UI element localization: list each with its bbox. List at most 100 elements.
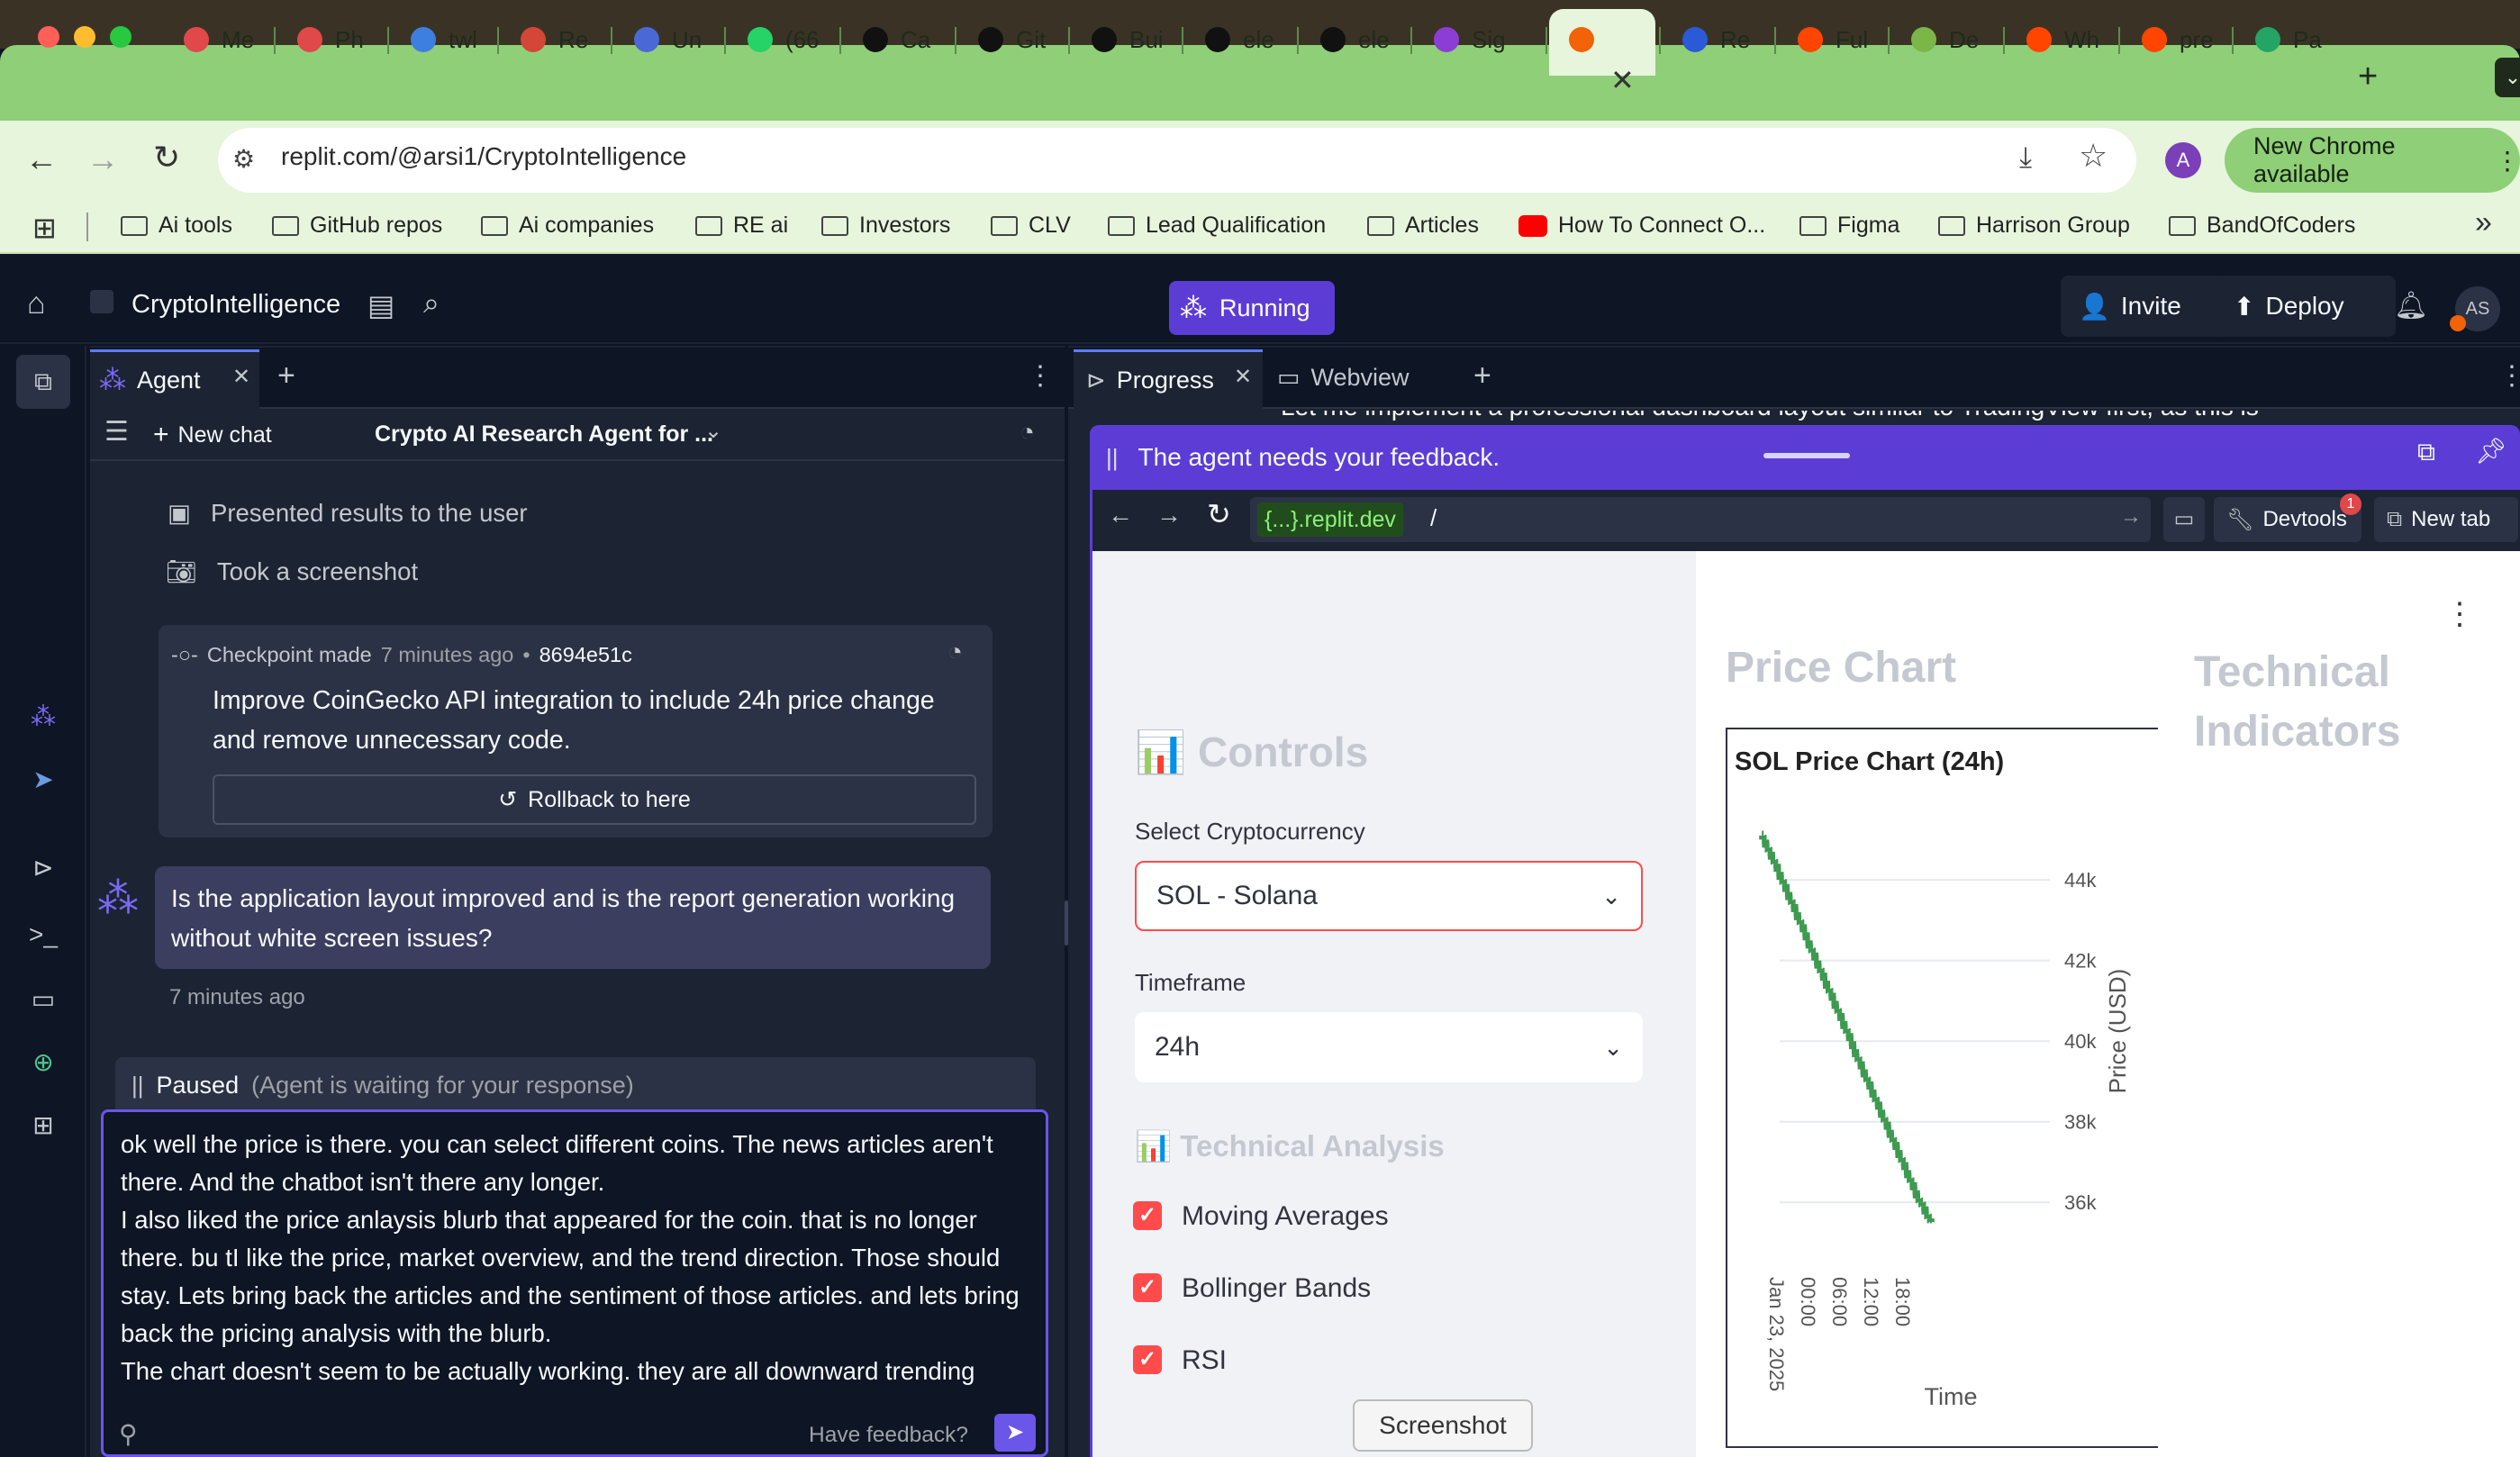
checkpoint-hash[interactable]: 8694e51c — [539, 643, 632, 667]
bookmark-item[interactable]: Lead Qualification — [1108, 213, 1326, 239]
send-button[interactable]: ➤ — [994, 1414, 1036, 1452]
bookmark-item[interactable]: Investors — [821, 213, 950, 239]
browser-tab[interactable]: Sig — [1421, 14, 1518, 65]
panel-menu-icon[interactable]: ⋮ — [2498, 360, 2520, 392]
project-name[interactable]: CryptoIntelligence — [131, 290, 340, 320]
bookmark-item[interactable]: Ai companies — [481, 213, 654, 239]
close-window-button[interactable] — [38, 26, 59, 48]
bookmark-star-icon[interactable]: ☆ — [2079, 137, 2108, 175]
dev-domain[interactable]: {...}.replit.dev — [1257, 502, 1403, 537]
forward-icon[interactable]: → — [86, 140, 119, 178]
device-icon[interactable]: ▭ — [2163, 497, 2205, 542]
close-tab-icon[interactable]: ✕ — [1610, 63, 1635, 97]
checkbox-label[interactable]: Moving Averages — [1182, 1201, 1389, 1232]
url-text[interactable]: replit.com/@arsi1/CryptoIntelligence — [281, 142, 686, 171]
crypto-select[interactable]: SOL - Solana ⌄ — [1135, 861, 1643, 931]
more-bookmarks-icon[interactable]: » — [2475, 205, 2492, 240]
new-chrome-available-button[interactable]: New Chrome available ⋮ — [2225, 128, 2520, 193]
tab-search-icon[interactable]: ⌄ — [2495, 58, 2520, 97]
more-menu-icon[interactable]: ⋮ — [2495, 146, 2520, 176]
minimize-window-button[interactable] — [74, 26, 95, 48]
chevron-down-icon[interactable]: ⌄ — [704, 418, 722, 444]
webview-tool-icon[interactable]: ▭ — [25, 982, 61, 1018]
go-icon[interactable]: → — [2120, 504, 2142, 529]
new-tab-button[interactable]: ⧉ New tab — [2374, 497, 2518, 542]
home-icon[interactable]: ⌂ — [27, 286, 46, 321]
apps-grid-icon[interactable]: ⊞ — [32, 211, 57, 245]
add-tab-icon[interactable]: + — [277, 358, 295, 394]
console-tool-icon[interactable]: ⊳ — [25, 850, 61, 886]
bookmark-item[interactable]: Figma — [1799, 213, 1899, 239]
browser-tab[interactable]: Wh — [2014, 14, 2112, 65]
notifications-bell-icon[interactable]: 🔔︎ — [2394, 290, 2428, 321]
bookmark-item[interactable]: Harrison Group — [1938, 213, 2130, 239]
browser-tab[interactable]: ele — [1192, 14, 1287, 65]
browser-tab[interactable]: De — [1899, 14, 1991, 65]
invite-button[interactable]: 👤 Invite — [2061, 276, 2226, 337]
run-status-button[interactable]: ⁂ Running — [1169, 281, 1335, 335]
browser-tab[interactable]: Ph — [285, 14, 376, 65]
deploy-button[interactable]: ⬆ Deploy — [2216, 276, 2396, 337]
attach-icon[interactable]: ⚲ — [119, 1419, 138, 1449]
checkbox-label[interactable]: RSI — [1182, 1345, 1227, 1376]
project-menu-icon[interactable]: ▤ — [367, 288, 394, 322]
site-info-icon[interactable]: ⚙ — [232, 144, 255, 174]
files-panel-icon[interactable]: ⧉ — [25, 364, 61, 400]
browser-tab[interactable]: Re — [508, 14, 601, 65]
app-menu-icon[interactable]: ⋮ — [2444, 596, 2475, 632]
rsi-checkbox[interactable]: ✓ — [1133, 1345, 1162, 1374]
pin-icon[interactable]: 📌︎ — [2475, 436, 2507, 466]
feedback-link[interactable]: Have feedback? — [809, 1423, 968, 1448]
assistant-tool-icon[interactable]: ➤ — [25, 762, 61, 798]
search-icon[interactable]: ⌕ — [423, 286, 440, 321]
url-path[interactable]: / — [1430, 504, 1437, 532]
all-tools-icon[interactable]: ⊞ — [25, 1108, 61, 1144]
chat-title[interactable]: Crypto AI Research Agent for ... — [375, 421, 713, 448]
reload-icon[interactable]: ↻ — [1207, 497, 1231, 531]
reload-icon[interactable]: ↻ — [153, 139, 180, 176]
install-icon[interactable]: ⤓ — [2019, 140, 2032, 175]
browser-tab[interactable]: Bui — [1079, 14, 1176, 65]
browser-tab[interactable]: Me — [171, 14, 267, 65]
browser-tab[interactable]: ele — [1308, 14, 1402, 65]
browser-tab[interactable]: Un — [621, 14, 714, 65]
browser-tab[interactable]: Git — [965, 14, 1058, 65]
message-input-text[interactable]: ok well the price is there. you can sele… — [121, 1126, 1030, 1390]
bookmark-item[interactable]: BandOfCoders — [2169, 213, 2355, 239]
shell-tool-icon[interactable]: >_ — [25, 917, 61, 953]
maximize-window-button[interactable] — [110, 26, 131, 48]
profile-avatar[interactable]: A — [2165, 142, 2201, 178]
bollinger-bands-checkbox[interactable]: ✓ — [1133, 1273, 1162, 1302]
browser-tab[interactable]: Ca — [850, 14, 943, 65]
agent-tool-icon[interactable]: ⁂ — [25, 699, 61, 735]
panel-menu-icon[interactable]: ⋮ — [1027, 360, 1054, 392]
bookmark-item[interactable]: RE ai — [695, 213, 788, 239]
checkbox-label[interactable]: Bollinger Bands — [1182, 1273, 1371, 1304]
bookmark-item[interactable]: Ai tools — [121, 213, 232, 239]
popout-icon[interactable]: ⧉ — [2417, 438, 2435, 467]
speedometer-icon[interactable]: ◔ — [1020, 418, 1035, 447]
browser-tab[interactable]: twl — [398, 14, 490, 65]
speedometer-icon[interactable]: ◔ — [947, 638, 963, 666]
new-chat-button[interactable]: + New chat — [153, 420, 272, 450]
timeframe-select[interactable]: 24h ⌄ — [1135, 1012, 1643, 1082]
bookmark-item[interactable]: How To Connect O... — [1518, 213, 1765, 239]
bookmark-item[interactable]: GitHub repos — [272, 213, 442, 239]
back-icon[interactable]: ← — [25, 140, 58, 178]
close-progress-tab-icon[interactable]: ✕ — [1234, 364, 1252, 390]
browser-tab[interactable]: (66 — [735, 14, 832, 65]
add-tab-icon[interactable]: + — [1473, 358, 1491, 394]
browser-tab[interactable] — [1556, 14, 1619, 65]
browser-tab[interactable]: Pa — [2243, 14, 2334, 65]
rollback-button[interactable]: ↺ Rollback to here — [213, 774, 976, 825]
browser-tab[interactable]: Ful — [1785, 14, 1881, 65]
new-tab-icon[interactable]: + — [2358, 58, 2378, 96]
chat-history-icon[interactable]: ☰ — [104, 416, 129, 448]
bookmark-item[interactable]: CLV — [991, 213, 1071, 239]
moving-averages-checkbox[interactable]: ✓ — [1133, 1201, 1162, 1230]
close-agent-tab-icon[interactable]: ✕ — [232, 364, 250, 390]
drag-handle[interactable] — [1763, 453, 1850, 458]
forward-icon[interactable]: → — [1156, 501, 1182, 529]
browser-tab[interactable]: Re — [1670, 14, 1763, 65]
bookmark-item[interactable]: Articles — [1367, 213, 1479, 239]
